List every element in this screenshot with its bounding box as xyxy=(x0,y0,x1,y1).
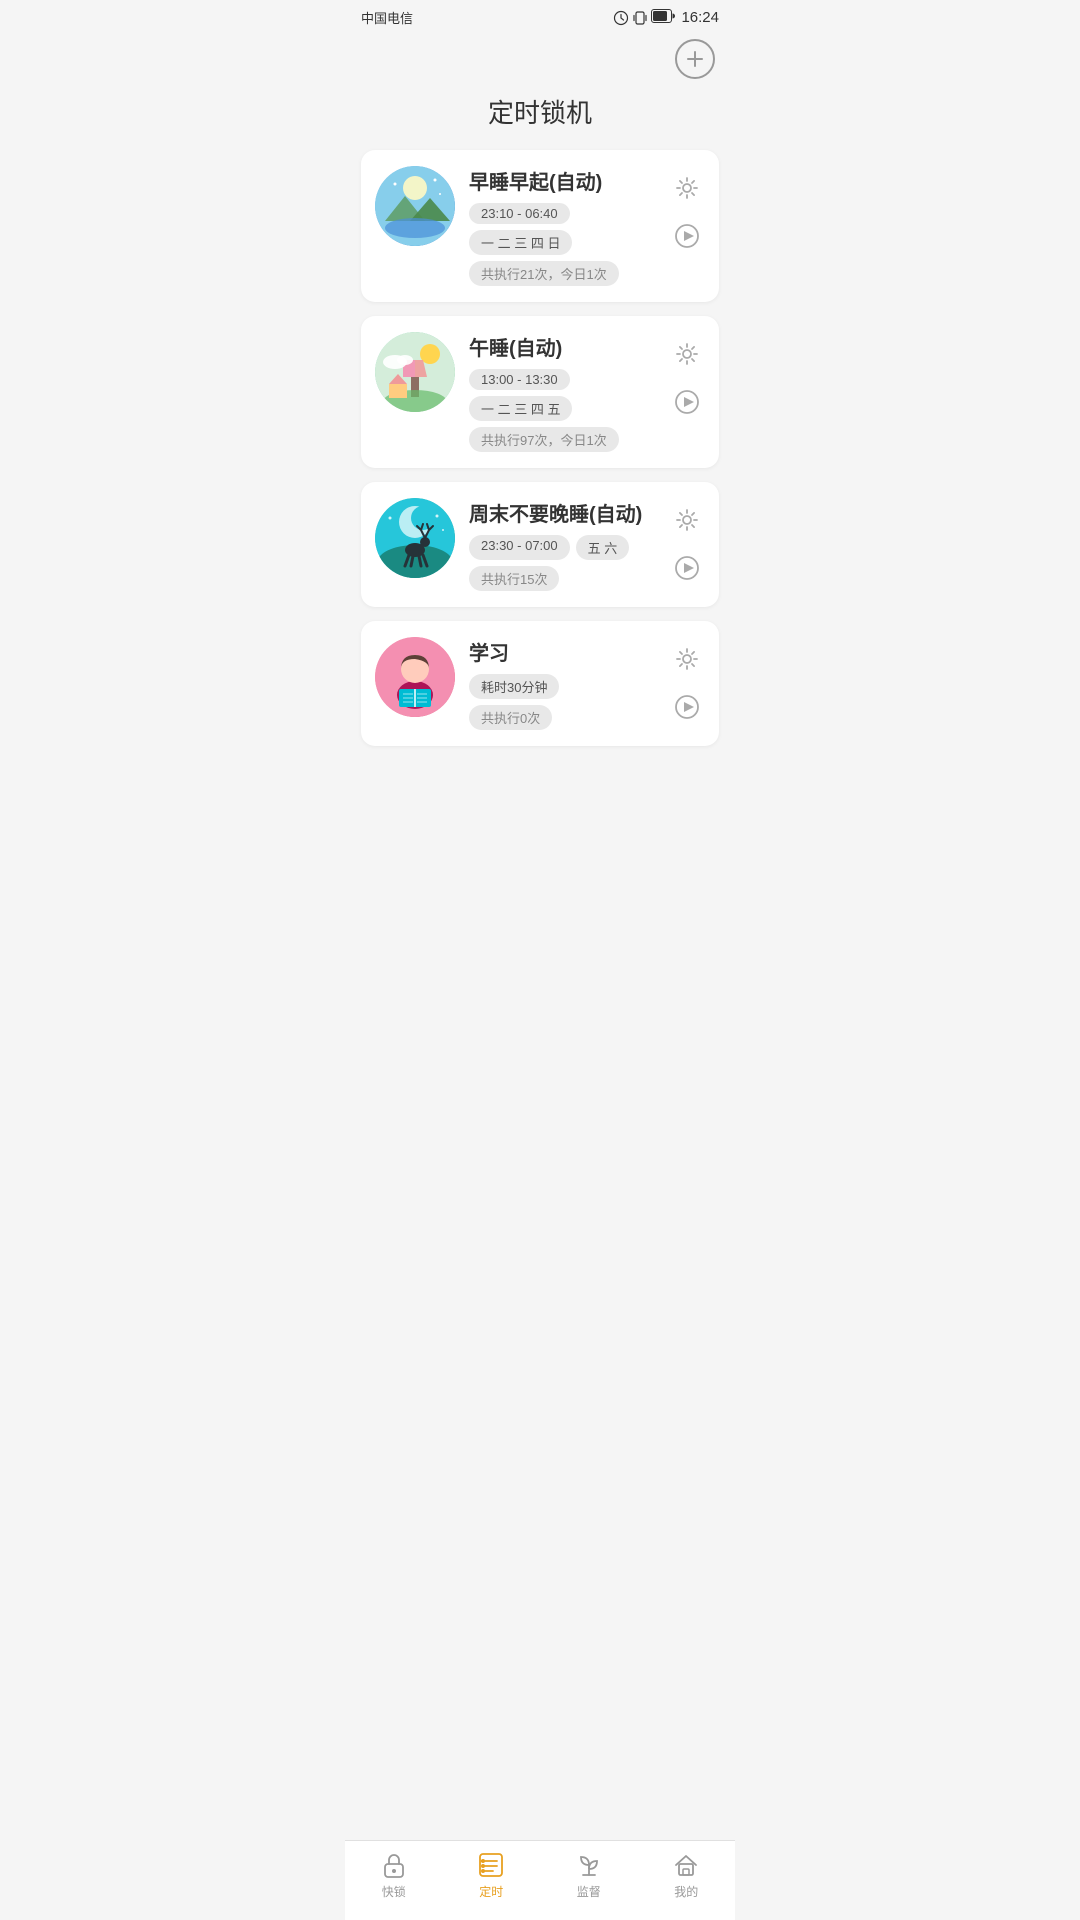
vibrate-icon xyxy=(633,10,647,26)
play-icon xyxy=(673,693,701,721)
time-tag-early-sleep: 23:10 - 06:40 xyxy=(469,203,570,224)
time-tag-weekend: 23:30 - 07:00 xyxy=(469,535,570,560)
stats-nap: 共执行97次，今日1次 xyxy=(469,427,619,452)
add-schedule-button[interactable] xyxy=(675,39,715,79)
nav-item-monitor[interactable]: 监督 xyxy=(540,1851,638,1900)
play-button-weekend[interactable] xyxy=(669,550,705,586)
nav-label-monitor: 监督 xyxy=(577,1883,601,1900)
card-content-study: 学习 耗时30分钟 共执行0次 xyxy=(469,637,655,730)
schedule-card-nap: 午睡(自动) 13:00 - 13:30 一 二 三 四 五 共执行97次，今日… xyxy=(361,316,719,468)
battery-icon xyxy=(651,9,675,23)
bottom-nav: 快锁 定时 监督 xyxy=(345,1840,735,1920)
stats-early-sleep: 共执行21次，今日1次 xyxy=(469,261,619,286)
schedule-icon xyxy=(477,1851,505,1879)
card-tags-weekend: 23:30 - 07:00 五 六 xyxy=(469,535,655,560)
card-thumb-weekend xyxy=(375,498,455,578)
card-tags-study: 耗时30分钟 xyxy=(469,674,655,699)
card-content-weekend: 周末不要晚睡(自动) 23:30 - 07:00 五 六 共执行15次 xyxy=(469,498,655,591)
carrier-text: 中国电信 xyxy=(361,8,413,27)
card-content-nap: 午睡(自动) 13:00 - 13:30 一 二 三 四 五 共执行97次，今日… xyxy=(469,332,655,452)
play-icon xyxy=(673,222,701,250)
settings-button-early-sleep[interactable] xyxy=(669,170,705,206)
card-thumb-early-sleep xyxy=(375,166,455,246)
plus-icon xyxy=(684,48,706,70)
lock-icon xyxy=(380,1851,408,1879)
gear-icon xyxy=(673,645,701,673)
card-title-weekend: 周末不要晚睡(自动) xyxy=(469,498,655,527)
card-title-early-sleep: 早睡早起(自动) xyxy=(469,166,655,195)
page-title: 定时锁机 xyxy=(345,83,735,150)
card-title-nap: 午睡(自动) xyxy=(469,332,655,361)
card-tags-nap: 13:00 - 13:30 一 二 三 四 五 xyxy=(469,369,655,421)
thumb-illustration-3 xyxy=(375,498,455,578)
card-tags-early-sleep: 23:10 - 06:40 一 二 三 四 日 xyxy=(469,203,655,255)
stats-weekend: 共执行15次 xyxy=(469,566,559,591)
play-button-study[interactable] xyxy=(669,689,705,725)
card-title-study: 学习 xyxy=(469,637,655,666)
nav-label-quick-lock: 快锁 xyxy=(382,1883,406,1900)
nav-label-mine: 我的 xyxy=(674,1883,698,1900)
nav-item-mine[interactable]: 我的 xyxy=(638,1851,736,1900)
gear-icon xyxy=(673,506,701,534)
gear-icon xyxy=(673,174,701,202)
battery-text xyxy=(651,9,675,26)
time-tag-nap: 13:00 - 13:30 xyxy=(469,369,570,390)
days-tag-early-sleep: 一 二 三 四 日 xyxy=(469,230,572,255)
nav-item-quick-lock[interactable]: 快锁 xyxy=(345,1851,443,1900)
plant-icon xyxy=(575,1851,603,1879)
card-content-early-sleep: 早睡早起(自动) 23:10 - 06:40 一 二 三 四 日 共执行21次，… xyxy=(469,166,655,286)
clock-icon xyxy=(613,10,629,26)
header xyxy=(345,31,735,83)
schedule-list: 早睡早起(自动) 23:10 - 06:40 一 二 三 四 日 共执行21次，… xyxy=(345,150,735,746)
status-right: 16:24 xyxy=(613,9,719,26)
home-icon xyxy=(672,1851,700,1879)
nav-item-schedule[interactable]: 定时 xyxy=(443,1851,541,1900)
play-icon xyxy=(673,554,701,582)
play-button-nap[interactable] xyxy=(669,384,705,420)
settings-button-weekend[interactable] xyxy=(669,502,705,538)
thumb-illustration-2 xyxy=(375,332,455,412)
days-tag-nap: 一 二 三 四 五 xyxy=(469,396,572,421)
schedule-card-weekend: 周末不要晚睡(自动) 23:30 - 07:00 五 六 共执行15次 xyxy=(361,482,719,607)
settings-button-nap[interactable] xyxy=(669,336,705,372)
card-actions-nap xyxy=(669,332,705,420)
settings-button-study[interactable] xyxy=(669,641,705,677)
time-display: 16:24 xyxy=(681,9,719,26)
schedule-card-early-sleep: 早睡早起(自动) 23:10 - 06:40 一 二 三 四 日 共执行21次，… xyxy=(361,150,719,302)
duration-tag-study: 耗时30分钟 xyxy=(469,674,559,699)
stats-study: 共执行0次 xyxy=(469,705,552,730)
card-thumb-study xyxy=(375,637,455,717)
nav-label-schedule: 定时 xyxy=(479,1883,503,1900)
card-actions-weekend xyxy=(669,498,705,586)
schedule-card-study: 学习 耗时30分钟 共执行0次 xyxy=(361,621,719,746)
content-area: 早睡早起(自动) 23:10 - 06:40 一 二 三 四 日 共执行21次，… xyxy=(345,150,735,836)
card-thumb-nap xyxy=(375,332,455,412)
card-actions-study xyxy=(669,637,705,725)
days-tag-weekend: 五 六 xyxy=(576,535,630,560)
play-icon xyxy=(673,388,701,416)
thumb-illustration-1 xyxy=(375,166,455,246)
card-actions-early-sleep xyxy=(669,166,705,254)
thumb-illustration-4 xyxy=(375,637,455,717)
play-button-early-sleep[interactable] xyxy=(669,218,705,254)
gear-icon xyxy=(673,340,701,368)
status-bar: 中国电信 16:24 xyxy=(345,0,735,31)
